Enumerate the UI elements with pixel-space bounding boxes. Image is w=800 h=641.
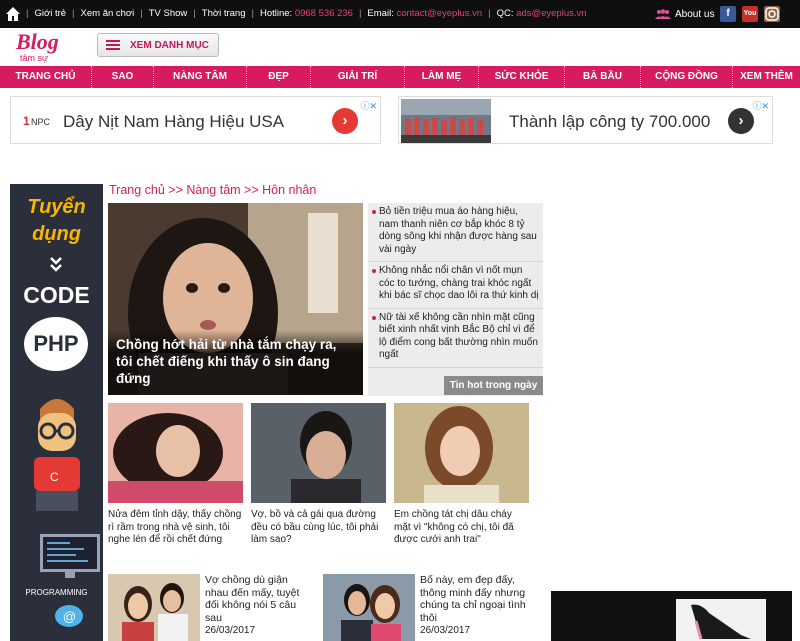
category-menu-button[interactable]: XEM DANH MỤC [97,33,219,57]
hot-news-label[interactable]: Tin hot trong ngày [444,376,543,395]
hotline-value[interactable]: 0968 536 236 [295,8,353,19]
nav-item-giai-tri[interactable]: GIẢI TRÍ [311,66,405,88]
ad-text: Thành lập công ty 700.000 [509,112,711,131]
banner-line-1: Tuyển [27,196,86,218]
main-nav: TRANG CHỦ SAO NÀNG TÂM ĐẸP GIẢI TRÍ LÀM … [0,66,800,88]
recruitment-banner[interactable]: Tuyển dụng CODE PHP C PROGRAMMING @ [10,184,103,641]
nav-item-cong-dong[interactable]: CỘNG ĐỒNG [641,66,733,88]
ad-banner-company[interactable]: ⓘ✕ Thành lập công ty 700.000 › [398,96,773,144]
svg-text:@: @ [63,609,76,624]
ad-banner-belt[interactable]: ⓘ✕ 1 NPC Dây Nịt Nam Hàng Hiệu USA › [10,96,381,144]
page: | Giới trẻ | Xem ăn chơi | TV Show | Thờ… [0,0,800,641]
chevron-right-icon[interactable]: › [332,108,358,134]
site-logo[interactable]: Blog tâm sự [14,27,78,65]
nav-item-suc-khoe[interactable]: SỨC KHỎE [479,66,565,88]
article-title[interactable]: Em chồng tát chị dâu cháy mặt vì "không … [394,509,529,547]
about-us-link[interactable]: About us [655,9,714,20]
hotline-label: Hotline: [259,8,293,19]
article-image [251,403,386,503]
hot-news-item[interactable]: Nữ tài xế không cần nhìn mặt cũng biết x… [368,309,543,368]
nav-item-xem-them[interactable]: XEM THÊM [733,66,800,88]
category-button-label: XEM DANH MỤC [130,39,209,51]
hotline: Hotline: 0968 536 236 [254,8,359,19]
youtube-icon[interactable]: You [742,6,758,22]
article-date: 26/03/2017 [205,625,256,636]
qc-label: QC: [496,8,514,19]
hot-news-list: Bỏ tiền triệu mua áo hàng hiệu, nam than… [368,203,543,396]
article-image [323,574,415,641]
svg-text:1: 1 [23,114,30,128]
top-bar: | Giới trẻ | Xem ăn chơi | TV Show | Thờ… [0,0,800,28]
svg-text:C: C [50,470,59,484]
breadcrumb[interactable]: Trang chủ >> Nàng tâm >> Hôn nhân [109,183,316,197]
hot-news-item[interactable]: Bỏ tiền triệu mua áo hàng hiệu, nam than… [368,203,543,262]
article-card[interactable]: Vợ, bồ và cả gái qua đường đều có bầu cù… [251,403,386,547]
npc-logo: 1 NPC [23,114,51,128]
nav-item-nang-tam[interactable]: NÀNG TÂM [154,66,247,88]
featured-article[interactable]: Chồng hớt hải từ nhà tắm chạy ra, tôi ch… [108,203,363,395]
nav-item-lam-me[interactable]: LÀM MẸ [405,66,479,88]
article-image [108,403,243,503]
article-title[interactable]: Bố này, em đẹp đấy, thông minh đấy nhưng… [420,574,526,624]
ad-image [401,99,491,143]
nav-item-dep[interactable]: ĐẸP [247,66,311,88]
facebook-icon[interactable]: f [720,6,736,22]
article-image [394,403,529,503]
nav-item-trang-chu[interactable]: TRANG CHỦ [0,66,92,88]
ad-banner-shoes[interactable]: ⓘ✕ [551,591,792,641]
top-link-thoi-trang[interactable]: Thời trang [196,8,252,19]
featured-title[interactable]: Chồng hớt hải từ nhà tắm chạy ra, tôi ch… [108,330,363,395]
article-title[interactable]: Vợ chồng dù giận nhau đến mấy, tuyệt đối… [205,574,311,624]
double-chevron-down-icon [50,257,62,272]
article-title[interactable]: Vợ, bồ và cả gái qua đường đều có bầu cù… [251,509,386,547]
ad-image [551,591,792,641]
svg-text:Blog: Blog [15,29,59,54]
qc-value[interactable]: ads@eyeplus.vn [516,8,586,19]
ad-close-icon[interactable]: ⓘ✕ [360,99,377,112]
php-bubble: PHP [24,317,88,371]
banner-line-2: dụng [32,223,81,245]
chevron-right-icon[interactable]: › [728,108,754,134]
top-link-gioi-tre[interactable]: Giới trẻ [28,8,72,19]
nav-item-ba-bau[interactable]: BÀ BẦU [565,66,641,88]
banner-code: CODE [23,282,90,308]
home-icon[interactable] [5,6,21,22]
group-icon [655,9,671,19]
developer-illustration: C [34,399,80,511]
top-link-tv-show[interactable]: TV Show [143,8,194,19]
nav-item-sao[interactable]: SAO [92,66,154,88]
article-image [108,574,200,641]
article-card[interactable]: Nửa đêm tỉnh dậy, thấy chồng rì rầm tron… [108,403,243,547]
monitor-illustration [40,534,100,578]
ad-close-icon[interactable]: ⓘ✕ [752,99,769,112]
email-value[interactable]: contact@eyeplus.vn [396,8,482,19]
about-us-label: About us [675,9,715,20]
top-link-xem-an-choi[interactable]: Xem ăn chơi [75,8,141,19]
hot-news-item[interactable]: Không nhắc nổi chân vì nốt mụn cóc to tư… [368,262,543,309]
top-links: | Giới trẻ | Xem ăn chơi | TV Show | Thờ… [26,8,593,19]
svg-text:NPC: NPC [31,117,51,127]
email-label: Email: [367,8,394,19]
email-bubble-icon: @ [55,605,83,627]
instagram-icon[interactable] [764,6,780,22]
banner-programming: PROGRAMMING [25,588,88,597]
qc: QC: ads@eyeplus.vn [491,8,593,19]
svg-text:tâm sự: tâm sự [20,53,48,63]
article-card[interactable]: Em chồng tát chị dâu cháy mặt vì "không … [394,403,529,547]
hamburger-icon [106,40,120,50]
email: Email: contact@eyeplus.vn [361,8,488,19]
ad-text: Dây Nịt Nam Hàng Hiệu USA [63,112,285,131]
article-date: 26/03/2017 [420,625,471,636]
article-title[interactable]: Nửa đêm tỉnh dậy, thấy chồng rì rầm tron… [108,509,243,547]
